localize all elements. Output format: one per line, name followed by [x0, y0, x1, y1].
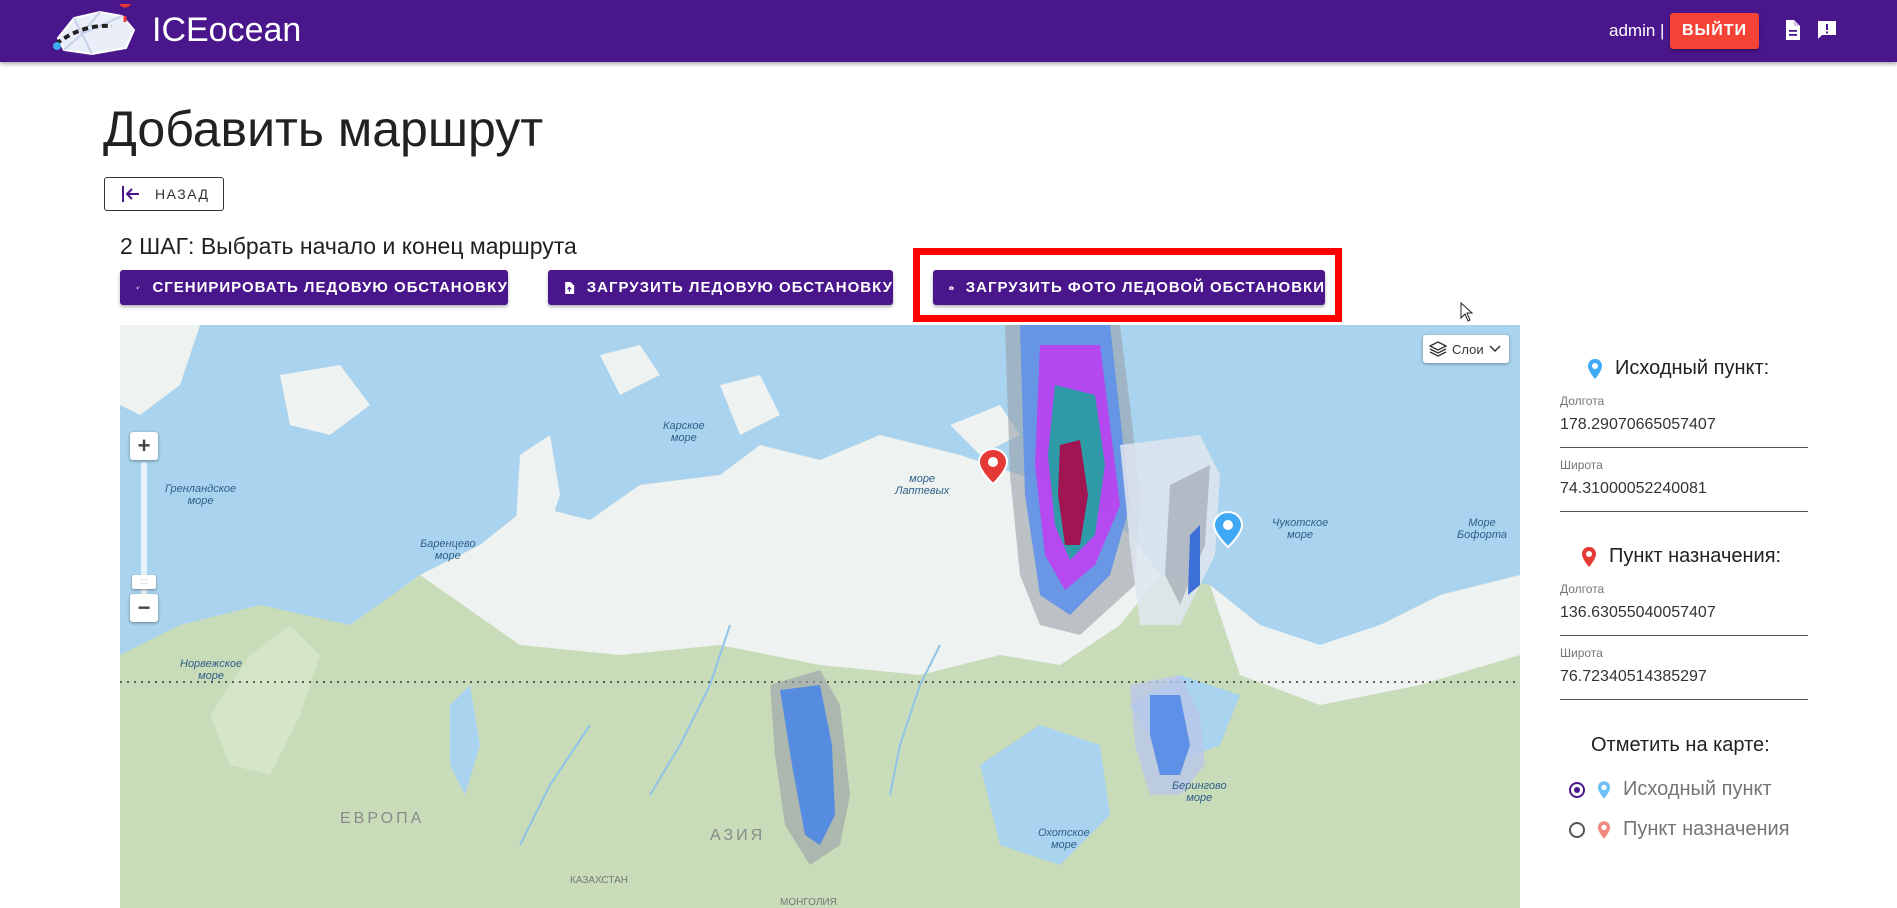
- radio-origin-label: Исходный пункт: [1623, 778, 1772, 800]
- map-label-europe: ЕВРОПА: [340, 810, 425, 827]
- destination-longitude-field[interactable]: 136.63055040057407: [1560, 604, 1808, 622]
- radio-destination-button[interactable]: [1569, 821, 1585, 838]
- destination-latitude-underline: [1560, 699, 1808, 700]
- origin-section-title: Исходный пункт:: [1587, 357, 1769, 380]
- mark-on-map-title: Отметить на карте:: [1591, 734, 1770, 756]
- generate-ice-button[interactable]: СГЕНИРИРОВАТЬ ЛЕДОВУЮ ОБСТАНОВКУ: [120, 270, 508, 305]
- mouse-cursor-icon: [1460, 302, 1474, 322]
- zoom-out-button[interactable]: −: [130, 594, 158, 622]
- zoom-in-button[interactable]: +: [130, 432, 158, 460]
- map-label-norwegian-sea: Норвежское море: [180, 658, 243, 682]
- map-tiles: [120, 325, 1520, 908]
- feedback-icon[interactable]: [1815, 18, 1839, 42]
- origin-longitude-label: Долгота: [1560, 394, 1605, 408]
- destination-pin-icon: [1582, 546, 1596, 567]
- radio-origin-button[interactable]: [1569, 781, 1585, 798]
- map-label-laptev-sea: море Лаптевых: [895, 473, 950, 497]
- zoom-control: + ::: −: [130, 432, 158, 622]
- generate-ice-label: СГЕНИРИРОВАТЬ ЛЕДОВУЮ ОБСТАНОВКУ: [152, 279, 508, 296]
- logout-button[interactable]: ВЫЙТИ: [1670, 13, 1759, 49]
- origin-latitude-field[interactable]: 74.31000052240081: [1560, 480, 1808, 498]
- top-app-bar: ICEocean admin | ВЫЙТИ: [0, 0, 1897, 62]
- layers-icon: [1429, 341, 1447, 357]
- map-label-barents-sea: Баренцево море: [420, 538, 476, 562]
- radio-destination[interactable]: Пункт назначения: [1569, 818, 1790, 841]
- file-upload-icon: [565, 281, 575, 294]
- upload-ice-label: ЗАГРУЗИТЬ ЛЕДОВУЮ ОБСТАНОВКУ: [586, 279, 893, 296]
- map-label-kazakhstan: КАЗАХСТАН: [570, 875, 628, 886]
- upload-ice-button[interactable]: ЗАГРУЗИТЬ ЛЕДОВУЮ ОБСТАНОВКУ: [548, 270, 893, 305]
- destination-latitude-field[interactable]: 76.72340514385297: [1560, 668, 1808, 686]
- current-user: admin |: [1609, 21, 1665, 40]
- radio-destination-label: Пункт назначения: [1623, 818, 1790, 840]
- sparkle-icon: [136, 285, 141, 290]
- origin-pin-icon: [1597, 780, 1611, 799]
- origin-latitude-underline: [1560, 511, 1808, 512]
- annotation-highlight-box: [913, 248, 1342, 322]
- back-button[interactable]: НАЗАД: [104, 177, 224, 211]
- origin-longitude-underline: [1560, 447, 1808, 448]
- origin-pin-icon: [1588, 358, 1602, 379]
- map-label-chukchi-sea: Чукотское море: [1272, 517, 1329, 541]
- destination-longitude-underline: [1560, 635, 1808, 636]
- origin-latitude-label: Широта: [1560, 458, 1603, 472]
- docs-icon[interactable]: [1780, 18, 1804, 42]
- destination-latitude-label: Широта: [1560, 646, 1603, 660]
- map-label-kara-sea: Карское море: [663, 420, 705, 444]
- iceocean-logo[interactable]: [52, 0, 140, 60]
- layers-control[interactable]: Слои: [1423, 335, 1509, 363]
- origin-longitude-field[interactable]: 178.29070665057407: [1560, 416, 1808, 434]
- map-label-mongolia: МОНГОЛИЯ: [780, 897, 837, 908]
- origin-marker-icon: [1212, 510, 1244, 549]
- back-button-label: НАЗАД: [155, 186, 210, 202]
- zoom-slider-handle[interactable]: :::: [132, 575, 156, 589]
- chevron-down-icon: [1489, 345, 1501, 353]
- map-label-bering-sea: Берингово море: [1172, 780, 1227, 804]
- destination-section-title: Пункт назначения:: [1581, 545, 1781, 568]
- route-map[interactable]: Карское море море Лаптевых Чукотское мор…: [120, 325, 1520, 908]
- layers-label: Слои: [1452, 341, 1484, 357]
- page-title: Добавить маршрут: [103, 101, 544, 157]
- destination-longitude-label: Долгота: [1560, 582, 1605, 596]
- step-instruction: 2 ШАГ: Выбрать начало и конец маршрута: [120, 233, 577, 259]
- destination-pin-icon: [1597, 820, 1611, 839]
- radio-origin[interactable]: Исходный пункт: [1569, 778, 1772, 801]
- brand-name[interactable]: ICEocean: [152, 10, 301, 50]
- map-label-beaufort-sea: Море Бофорта: [1457, 517, 1507, 541]
- map-label-greenland-sea: Гренландское море: [165, 483, 237, 507]
- arrow-left-icon: [122, 186, 139, 202]
- map-label-asia: АЗИЯ: [710, 827, 766, 844]
- map-label-okhotsk-sea: Охотское море: [1038, 827, 1090, 851]
